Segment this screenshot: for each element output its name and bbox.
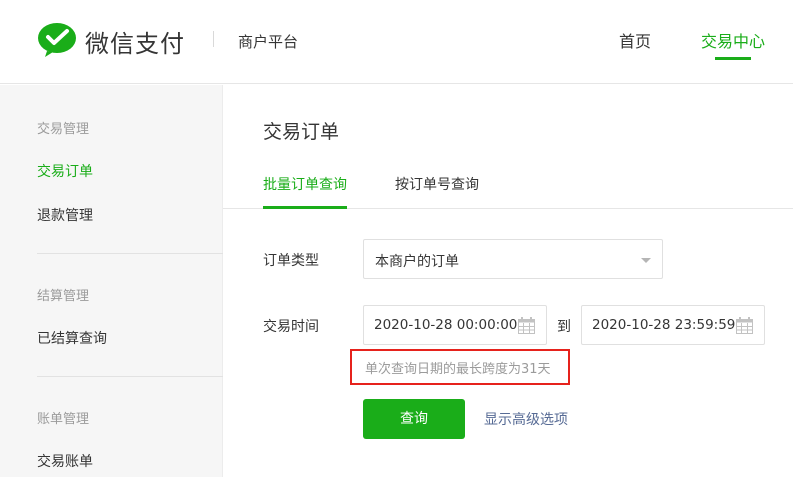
wechat-pay-logo (38, 23, 76, 57)
order-type-select[interactable]: 本商户的订单 (363, 239, 663, 279)
start-time-input[interactable]: 2020-10-28 00:00:00 (363, 305, 547, 345)
end-time-input[interactable]: 2020-10-28 23:59:59 (581, 305, 765, 345)
sidebar-divider (37, 376, 223, 377)
calendar-icon (736, 317, 753, 334)
sidebar-group-bills: 账单管理 (37, 412, 90, 427)
sidebar-group-settlement: 结算管理 (37, 289, 90, 304)
sidebar: 交易管理 交易订单 退款管理 结算管理 已结算查询 账单管理 交易账单 (0, 85, 223, 477)
tab-order-number-query[interactable]: 按订单号查询 (395, 174, 479, 194)
nav-home[interactable]: 首页 (619, 28, 651, 52)
date-range-hint-highlight: 单次查询日期的最长跨度为31天 (350, 349, 570, 385)
sidebar-group-trade: 交易管理 (37, 122, 90, 137)
calendar-icon (518, 317, 535, 334)
top-header: 微信支付 商户平台 首页 交易中心 (0, 0, 793, 84)
nav-active-underline (715, 57, 751, 60)
sidebar-item-settled-query[interactable]: 已结算查询 (37, 328, 107, 348)
sidebar-item-refunds[interactable]: 退款管理 (37, 205, 93, 225)
show-advanced-options-link[interactable]: 显示高级选项 (484, 409, 568, 429)
page-title: 交易订单 (263, 121, 340, 143)
end-time-value: 2020-10-28 23:59:59 (592, 317, 736, 333)
trade-time-label: 交易时间 (263, 319, 319, 335)
start-time-value: 2020-10-28 00:00:00 (374, 317, 518, 333)
brand-name: 微信支付 (85, 30, 185, 58)
date-range-hint: 单次查询日期的最长跨度为31天 (365, 362, 551, 377)
order-type-value: 本商户的订单 (375, 254, 459, 270)
tab-active-underline (263, 206, 347, 209)
to-label: 到 (557, 319, 571, 335)
sidebar-item-trade-orders[interactable]: 交易订单 (37, 161, 93, 181)
merchant-platform-label: 商户平台 (238, 33, 299, 51)
query-button[interactable]: 查询 (363, 399, 465, 439)
sidebar-item-trade-bill[interactable]: 交易账单 (37, 451, 93, 471)
sidebar-divider (37, 253, 223, 254)
order-type-label: 订单类型 (263, 253, 319, 269)
header-divider (213, 31, 214, 47)
chevron-down-icon (641, 258, 651, 263)
nav-trade-center[interactable]: 交易中心 (701, 28, 765, 52)
tab-batch-order-query[interactable]: 批量订单查询 (263, 174, 347, 194)
